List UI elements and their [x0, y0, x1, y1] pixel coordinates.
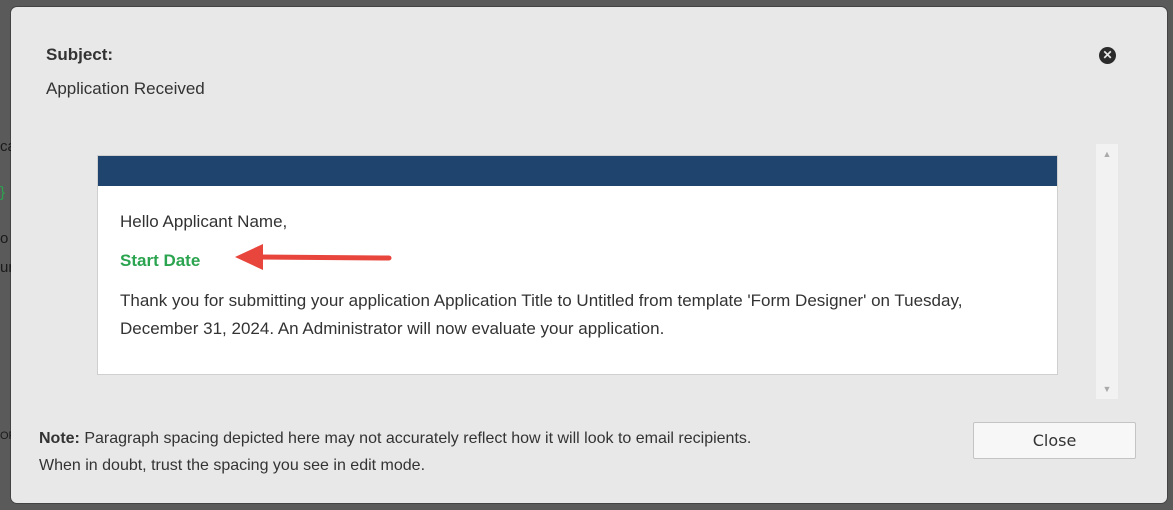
scroll-down-icon[interactable]: ▼: [1096, 381, 1118, 397]
scroll-up-icon[interactable]: ▲: [1096, 146, 1118, 162]
email-preview-modal: Subject: Application Received ✕ Hello Ap…: [11, 7, 1167, 503]
note-line-2: When in doubt, trust the spacing you see…: [39, 457, 426, 474]
note-label: Note:: [39, 430, 80, 447]
annotation-arrow-icon: [235, 244, 392, 270]
email-body: Thank you for submitting your applicatio…: [120, 291, 963, 338]
email-header-bar: [98, 156, 1057, 186]
subject-value: Application Received: [46, 79, 205, 98]
spacing-note: Note: Paragraph spacing depicted here ma…: [39, 425, 751, 479]
preview-scrollbar[interactable]: ▲ ▼: [1096, 144, 1118, 399]
email-greeting: Hello Applicant Name,: [120, 212, 288, 231]
note-line-1: Paragraph spacing depicted here may not …: [84, 430, 752, 447]
background-text-fragment: }: [0, 184, 6, 201]
close-icon[interactable]: ✕: [1099, 47, 1116, 64]
close-button[interactable]: Close: [973, 422, 1136, 459]
background-text-fragment: o: [0, 230, 9, 247]
subject-label: Subject:: [46, 45, 114, 64]
start-date-field: Start Date: [120, 251, 201, 270]
